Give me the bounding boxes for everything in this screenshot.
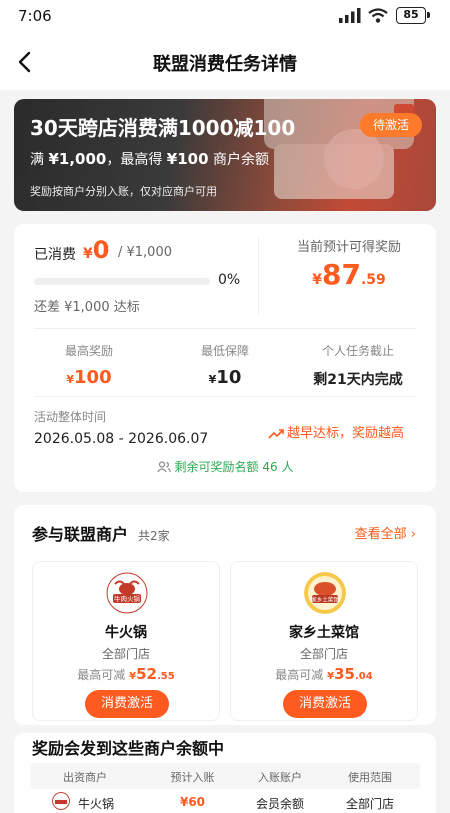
spent-total: / ¥1,000 [118,245,172,260]
spent-value: ¥0 [83,236,110,264]
table-cell: 牛火锅 [77,797,114,811]
status-badge: 待激活 [360,113,422,137]
divider [34,328,416,329]
banner-subtitle: 满 ¥1,000，最高得 ¥100 商户余额 [30,149,269,169]
activate-button[interactable]: 消费激活 [85,690,169,718]
view-all-link[interactable]: 查看全部 › [355,523,416,542]
activity-time-label: 活动整体时间 [34,410,107,424]
banner-sub-suffix: 商户余额 [213,152,269,168]
merchant-card[interactable]: 牛肉火锅 牛火锅 全部门店 最高可减 ¥52.55 消费激活 [32,561,220,721]
merchants-card: 参与联盟商户 共2家 查看全部 › 牛肉火锅 牛火锅 全部门店 最高可减 ¥52.… [14,505,436,725]
merchant-name: 家乡土菜馆 [289,625,359,641]
banner-sub-prefix: 满 [30,152,44,168]
column-header: 预计入账 [170,771,215,784]
progress-percent: 0% [218,272,241,288]
remaining-text: 还差 ¥1,000 达标 [34,300,140,315]
activate-button[interactable]: 消费激活 [283,690,367,718]
banner-sub-reward: ¥100 [166,150,209,168]
status-time: 7:06 [18,7,52,25]
wifi-icon [368,8,388,23]
merchant-max-discount: 最高可减 ¥52.55 [77,665,175,683]
table-cell: 会员余额 [255,797,304,811]
divider [258,238,259,314]
spent-label: 已消费 [34,247,76,263]
estimated-reward-label: 当前预计可得奖励 [296,240,401,255]
activity-dates: 2026.05.08 - 2026.06.07 [34,431,209,447]
estimated-reward-value: ¥87.59 [312,258,386,291]
page-title: 联盟消费任务详情 [153,54,297,75]
merchant-max-discount: 最高可减 ¥35.04 [275,665,373,683]
battery-indicator: 85 [396,7,430,24]
merchant-stores: 全部门店 [299,647,348,661]
progress-card: 已消费 ¥0 / ¥1,000 0% 还差 ¥1,000 达标 当前预计可得奖励… [14,224,436,492]
trend-up-icon [268,428,284,439]
banner-sub-mid: ，最高得 [106,152,163,168]
reward-destination-card: 奖励会发到这些商户余额中 出资商户 预计入账 入账账户 使用范围 牛火锅 ¥60… [14,733,436,813]
merchant-logo: 牛肉火锅 [106,572,148,614]
column-header: 入账账户 [258,771,302,784]
column-header: 出资商户 [63,771,107,784]
users-icon [156,461,171,473]
merchant-stores: 全部门店 [101,647,150,661]
status-bar: 7:06 85 [0,0,450,34]
remaining-quota: 剩余可奖励名额 46 人 [14,458,436,475]
stat-min-guarantee: 最低保障 ¥10 [200,344,249,388]
svg-text:牛肉火锅: 牛肉火锅 [114,594,141,603]
column-header: 使用范围 [348,771,392,784]
merchant-name: 牛火锅 [105,625,147,641]
reward-destination-title: 奖励会发到这些商户余额中 [32,739,225,758]
nav-bar: 联盟消费任务详情 [0,34,450,90]
progress-bar [34,278,210,285]
stat-max-reward: 最高奖励 ¥100 [64,344,113,388]
early-bonus-hint: 越早达标，奖励越高 [268,422,404,441]
table-cell: 全部门店 [345,797,394,811]
banner-sub-min: ¥1,000 [48,150,107,168]
divider [34,396,416,397]
banner-note: 奖励按商户分别入账，仅对应商户可用 [30,185,217,198]
table-cell: ¥60 [179,795,206,809]
table-row: 牛火锅 ¥60 会员余额 全部门店 [30,789,420,813]
signal-icon [339,8,361,23]
banner-title: 30天跨店消费满1000减100 [30,116,296,140]
stat-deadline: 个人任务截止 剩21天内完成 [313,344,403,388]
table-header: 出资商户 预计入账 入账账户 使用范围 [30,763,420,789]
merchants-title: 参与联盟商户 共2家 [32,525,170,544]
merchant-count: 共2家 [138,529,170,543]
merchant-logo: 家乡土菜馆 [304,572,346,614]
svg-text:家乡土菜馆: 家乡土菜馆 [311,596,339,604]
merchant-card[interactable]: 家乡土菜馆 家乡土菜馆 全部门店 最高可减 ¥35.04 消费激活 [230,561,418,721]
